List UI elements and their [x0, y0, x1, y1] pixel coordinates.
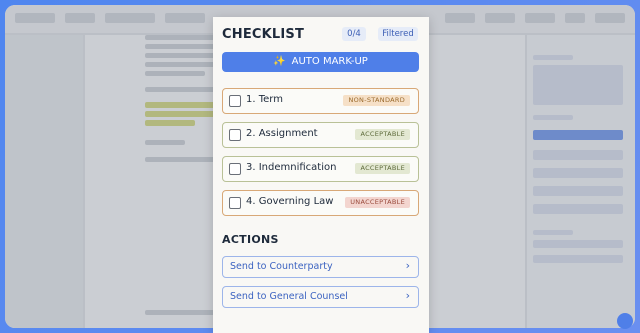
checklist-item-label: 1. Term — [246, 94, 283, 105]
checklist-item-governing-law[interactable]: 4. Governing Law UNACCEPTABLE — [222, 190, 419, 216]
checklist-item-assignment[interactable]: 2. Assignment ACCEPTABLE — [222, 122, 419, 148]
checkbox-icon[interactable] — [229, 163, 241, 175]
checklist-item-indemnification[interactable]: 3. Indemnification ACCEPTABLE — [222, 156, 419, 182]
chevron-right-icon: › — [405, 289, 410, 302]
actions-title: ACTIONS — [222, 233, 279, 246]
auto-markup-label: AUTO MARK-UP — [291, 56, 368, 67]
status-badge: ACCEPTABLE — [355, 129, 410, 140]
checklist-item-label: 3. Indemnification — [246, 162, 337, 173]
filter-button[interactable]: Filtered — [378, 27, 418, 41]
auto-markup-button[interactable]: ✨ AUTO MARK-UP — [222, 52, 419, 72]
send-to-counterparty-button[interactable]: Send to Counterparty › — [222, 256, 419, 278]
help-chat-icon[interactable] — [617, 313, 633, 329]
checklist-item-label: 4. Governing Law — [246, 196, 334, 207]
checklist-item-term[interactable]: 1. Term NON-STANDARD — [222, 88, 419, 114]
checklist-panel: CHECKLIST 0/4 Filtered ✨ AUTO MARK-UP 1. … — [213, 17, 429, 333]
magic-wand-icon: ✨ — [273, 56, 286, 67]
status-badge: UNACCEPTABLE — [345, 197, 410, 208]
checkbox-icon[interactable] — [229, 197, 241, 209]
status-badge: NON-STANDARD — [343, 95, 410, 106]
send-to-general-counsel-button[interactable]: Send to General Counsel › — [222, 286, 419, 308]
progress-count-badge: 0/4 — [342, 27, 366, 41]
action-label: Send to Counterparty — [230, 261, 333, 272]
status-badge: ACCEPTABLE — [355, 163, 410, 174]
checkbox-icon[interactable] — [229, 95, 241, 107]
chevron-right-icon: › — [405, 259, 410, 272]
checklist-item-label: 2. Assignment — [246, 128, 318, 139]
checkbox-icon[interactable] — [229, 129, 241, 141]
checklist-title: CHECKLIST — [222, 27, 305, 42]
action-label: Send to General Counsel — [230, 291, 348, 302]
